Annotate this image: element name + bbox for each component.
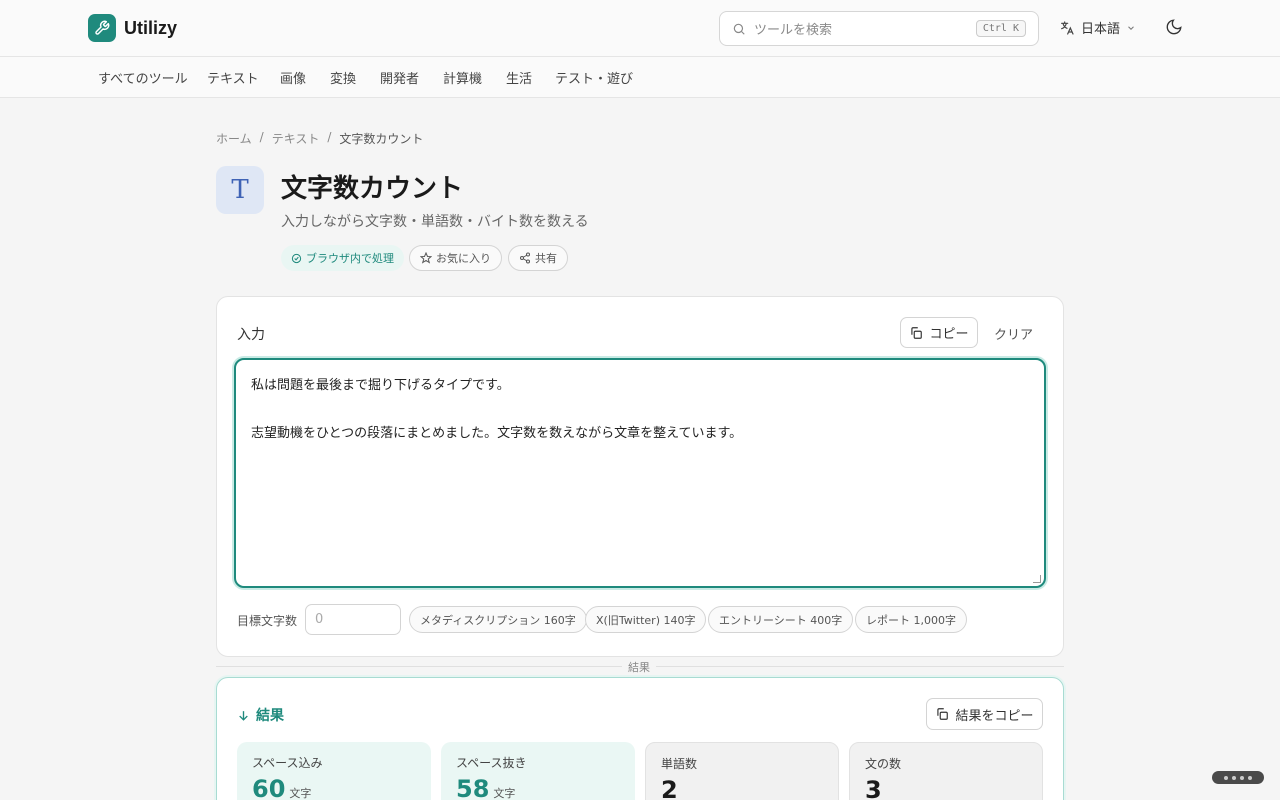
favorite-label: お気に入り — [436, 252, 491, 265]
share-button[interactable]: 共有 — [508, 245, 568, 271]
copy-icon — [911, 326, 923, 339]
stat-value: 3 — [865, 776, 882, 800]
top-header: Utilizy ツールを検索 Ctrl K 日本語 — [0, 0, 1280, 57]
resize-handle[interactable] — [1033, 575, 1041, 583]
nav-item-calculator[interactable]: 計算機 — [443, 68, 482, 87]
nav-item-text[interactable]: テキスト — [207, 68, 259, 87]
dot-icon — [1232, 775, 1236, 780]
stat-without-spaces: スペース抜き 58 文字 — [441, 742, 635, 800]
stat-unit: 文字 — [493, 787, 516, 800]
favorite-button[interactable]: お気に入り — [409, 245, 502, 271]
stat-value: 58 — [456, 775, 490, 800]
dot-icon — [1240, 775, 1244, 780]
stat-with-spaces: スペース込み 60 文字 — [237, 742, 431, 800]
nav-item-life[interactable]: 生活 — [506, 68, 532, 87]
search-shortcut: Ctrl K — [975, 20, 1026, 37]
stat-label: 単語数 — [661, 757, 698, 771]
stat-sentence-count: 文の数 3 — [849, 742, 1043, 800]
stat-label: 文の数 — [865, 757, 902, 771]
dot-icon — [1224, 775, 1228, 780]
copy-results-label: 結果をコピー — [955, 708, 1034, 724]
copy-results-button[interactable]: 結果をコピー — [926, 698, 1043, 730]
translate-icon — [1061, 20, 1074, 35]
copy-icon — [937, 708, 949, 720]
divider-label: 結果 — [622, 659, 656, 675]
breadcrumb-text[interactable]: テキスト — [272, 130, 320, 147]
app-name: Utilizy — [124, 17, 178, 38]
share-label: 共有 — [535, 252, 557, 265]
stat-label: スペース抜き — [456, 756, 527, 770]
preset-entry-sheet[interactable]: エントリーシート 400字 — [708, 606, 854, 633]
floating-menu-handle[interactable] — [1212, 771, 1264, 784]
search-icon — [733, 23, 745, 35]
stat-word-count: 単語数 2 — [645, 742, 839, 800]
stat-unit: 文字 — [289, 787, 312, 800]
search-input[interactable]: ツールを検索 Ctrl K — [719, 11, 1039, 46]
star-icon — [420, 252, 432, 264]
stat-value: 60 — [252, 775, 286, 800]
input-label: 入力 — [237, 327, 265, 343]
dot-icon — [1248, 775, 1252, 780]
breadcrumb: ホーム / テキスト / 文字数カウント — [216, 130, 423, 147]
language-label: 日本語 — [1081, 22, 1121, 37]
copy-button[interactable]: コピー — [900, 317, 978, 348]
goal-input[interactable]: 0 — [305, 604, 401, 635]
logo-link[interactable]: Utilizy — [88, 14, 177, 42]
page-subtitle: 入力しながら文字数・単語数・バイト数を数える — [281, 214, 589, 230]
copy-label: コピー — [929, 327, 969, 342]
nav-item-test-play[interactable]: テスト・遊び — [555, 68, 633, 87]
nav-item-all[interactable]: すべてのツール — [98, 68, 188, 87]
clear-button[interactable]: クリア — [994, 324, 1033, 343]
arrow-down-icon — [239, 710, 248, 721]
browser-processing-badge: ブラウザ内で処理 — [281, 245, 404, 271]
nav-item-developer[interactable]: 開発者 — [380, 68, 419, 87]
theme-toggle-button[interactable] — [1165, 18, 1185, 38]
language-selector[interactable]: 日本語 — [1059, 18, 1136, 37]
breadcrumb-current: 文字数カウント — [339, 132, 424, 146]
stat-value: 2 — [661, 776, 678, 800]
goal-label: 目標文字数 — [237, 614, 298, 628]
chevron-down-icon — [1128, 25, 1134, 30]
preset-x-twitter[interactable]: X(旧Twitter) 140字 — [585, 606, 707, 633]
breadcrumb-separator: / — [259, 130, 264, 144]
nav-item-image[interactable]: 画像 — [280, 68, 306, 87]
text-input-area[interactable]: 私は問題を最後まで掘り下げるタイプです。 志望動機をひとつの段落にまとめました。… — [234, 358, 1046, 588]
category-nav: すべてのツール テキスト 画像 変換 開発者 計算機 生活 テスト・遊び — [0, 57, 1280, 98]
search-placeholder: ツールを検索 — [754, 23, 833, 38]
text-tool-icon: T — [216, 166, 264, 214]
page-title: 文字数カウント — [281, 174, 464, 204]
results-title-label: 結果 — [256, 708, 284, 724]
preset-report[interactable]: レポート 1,000字 — [855, 606, 967, 633]
stat-label: スペース込み — [252, 756, 323, 770]
results-title: 結果 — [237, 705, 284, 725]
badge-label: ブラウザ内で処理 — [306, 252, 394, 265]
shield-check-icon — [291, 253, 302, 263]
preset-meta-description[interactable]: メタディスクリプション 160字 — [409, 606, 587, 633]
moon-icon — [1166, 19, 1182, 35]
nav-item-convert[interactable]: 変換 — [330, 68, 356, 87]
breadcrumb-separator: / — [327, 130, 332, 144]
share-icon — [520, 252, 530, 264]
breadcrumb-home[interactable]: ホーム — [216, 130, 252, 147]
wrench-icon — [88, 14, 116, 42]
